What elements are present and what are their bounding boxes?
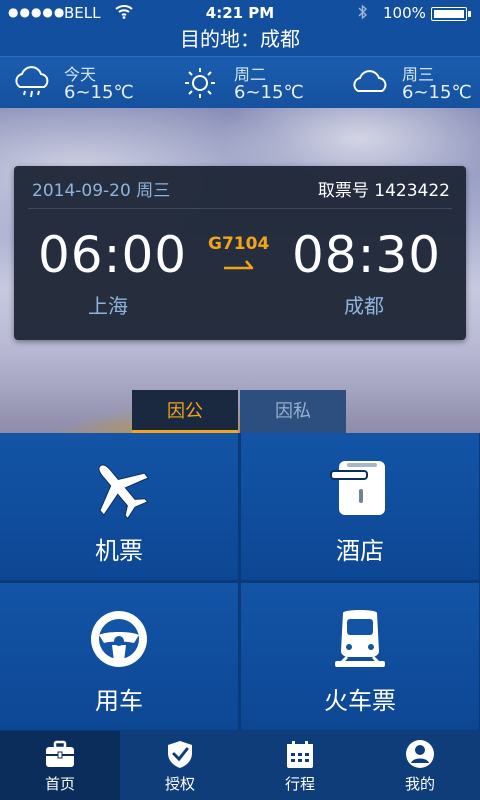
weather-temp: 6~15℃ xyxy=(64,82,134,103)
tab-label: 首页 xyxy=(44,775,75,793)
tab-label: 我的 xyxy=(404,775,435,793)
tab-label: 授权 xyxy=(164,775,195,793)
airplane-icon xyxy=(0,455,238,525)
weather-temp: 6~15℃ xyxy=(234,82,304,103)
train-tile[interactable]: 火车票 xyxy=(241,583,479,730)
weather-day-wed: 周三 6~15℃ xyxy=(350,57,480,109)
tab-personal[interactable]: 因私 xyxy=(240,390,346,433)
train-icon xyxy=(241,605,479,675)
departure-time: 06:00 xyxy=(38,226,188,284)
arrow-right-icon xyxy=(222,256,258,270)
destination-title: 目的地：成都 xyxy=(0,26,480,56)
user-icon xyxy=(360,739,480,769)
status-bar: ●●●●● BELL 4:21 PM 100% xyxy=(0,0,480,26)
hotel-icon xyxy=(241,455,479,525)
battery-percentage: 100% xyxy=(383,4,426,22)
tab-authorize[interactable]: 授权 xyxy=(120,731,240,800)
weather-strip: 今天 6~15℃ 周二 6~15℃ 周三 6~15℃ xyxy=(0,56,480,109)
tile-label: 用车 xyxy=(95,687,143,715)
tab-label: 行程 xyxy=(284,775,315,793)
tab-business[interactable]: 因公 xyxy=(132,390,238,433)
tab-profile[interactable]: 我的 xyxy=(360,731,480,800)
tile-label: 火车票 xyxy=(324,687,396,715)
tile-label: 酒店 xyxy=(336,537,384,565)
battery-icon xyxy=(431,7,471,21)
flight-number: G7104 xyxy=(208,234,270,254)
arrival-time: 08:30 xyxy=(292,226,442,284)
steering-wheel-icon xyxy=(0,605,238,675)
briefcase-icon xyxy=(0,739,120,769)
arrival-city: 成都 xyxy=(344,294,384,318)
trip-type-segmented-control: 因公 因私 xyxy=(132,390,348,433)
car-tile[interactable]: 用车 xyxy=(0,583,238,730)
ticket-card[interactable]: 2014-09-20 周三 取票号 1423422 06:00 G7104 08… xyxy=(14,166,466,340)
cloud-icon xyxy=(350,65,390,101)
tab-home[interactable]: 首页 xyxy=(0,731,120,800)
weather-day-tue: 周二 6~15℃ xyxy=(182,57,342,109)
rain-cloud-icon xyxy=(12,65,52,101)
weather-temp: 6~15℃ xyxy=(402,82,472,103)
shield-icon xyxy=(120,739,240,769)
weather-day-today: 今天 6~15℃ xyxy=(12,57,172,109)
bluetooth-icon xyxy=(358,4,368,24)
tab-itinerary[interactable]: 行程 xyxy=(240,731,360,800)
flight-tile[interactable]: 机票 xyxy=(0,433,238,580)
ticket-date: 2014-09-20 周三 xyxy=(32,181,171,201)
service-grid: 机票 酒店 用车 火车票 xyxy=(0,433,480,731)
calendar-icon xyxy=(240,739,360,769)
ticket-number: 取票号 1423422 xyxy=(317,181,450,201)
sun-icon xyxy=(182,65,222,101)
tile-label: 机票 xyxy=(95,537,143,565)
bottom-tab-bar: 首页 授权 行程 我的 xyxy=(0,731,480,800)
departure-city: 上海 xyxy=(88,294,128,318)
ticket-divider xyxy=(28,208,452,209)
hotel-tile[interactable]: 酒店 xyxy=(241,433,479,580)
